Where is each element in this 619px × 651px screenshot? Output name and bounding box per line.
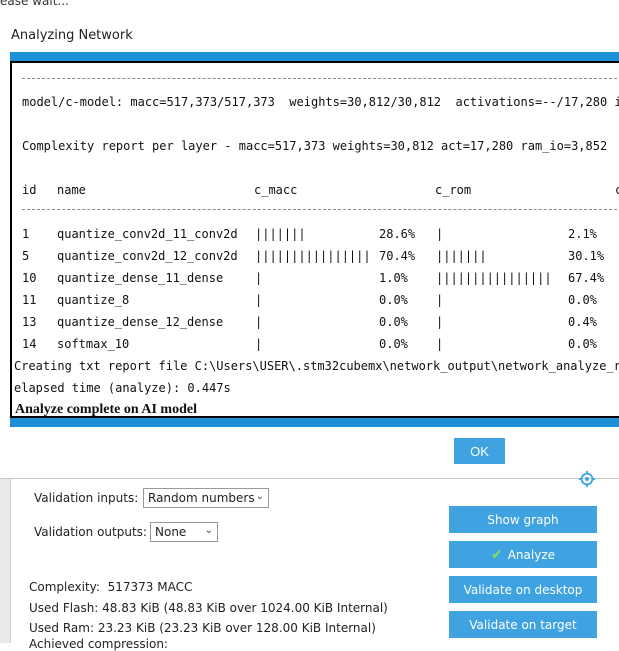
dialog-title: Analyzing Network xyxy=(11,28,133,43)
row-id: 10 xyxy=(22,271,37,285)
separator-line xyxy=(22,209,619,210)
gear-icon[interactable] xyxy=(578,470,596,488)
progress-bar-bottom xyxy=(10,418,619,427)
row-name: quantize_8 xyxy=(57,293,130,307)
model-summary-line: model/c-model: macc=517,373/517,373 weig… xyxy=(22,95,619,109)
header-name: name xyxy=(57,183,86,197)
row-macc-bar: | xyxy=(255,337,263,351)
complexity-value: 517373 MACC xyxy=(107,580,193,594)
row-rom-pct: 0.0% xyxy=(568,293,597,307)
complexity-report-line: Complexity report per layer - macc=517,3… xyxy=(22,139,608,153)
validation-inputs-select[interactable]: Random numbers ⌄ xyxy=(143,488,269,508)
validation-inputs-value: Random numbers xyxy=(148,491,255,505)
show-graph-label: Show graph xyxy=(487,512,559,527)
separator-line xyxy=(22,78,619,79)
row-macc-bar: |||||||||||||||| xyxy=(255,249,371,263)
show-graph-button[interactable]: Show graph xyxy=(449,506,597,533)
row-name: quantize_dense_11_dense xyxy=(57,271,224,285)
row-id: 5 xyxy=(22,249,30,263)
validate-desktop-label: Validate on desktop xyxy=(463,582,583,597)
row-rom-bar: |||||||||||||||| xyxy=(436,271,552,285)
row-macc-bar: | xyxy=(255,293,263,307)
row-rom-bar: | xyxy=(436,337,444,351)
row-rom-pct: 67.4% xyxy=(568,271,605,285)
row-name: quantize_conv2d_11_conv2d xyxy=(57,227,238,241)
used-flash-info: Used Flash: 48.83 KiB (48.83 KiB over 10… xyxy=(29,601,388,615)
achieved-compression-info: Achieved compression: xyxy=(29,637,168,651)
row-macc-pct: 0.0% xyxy=(379,315,408,329)
row-rom-pct: 0.4% xyxy=(568,315,597,329)
analysis-console[interactable]: model/c-model: macc=517,373/517,373 weig… xyxy=(10,61,619,418)
row-rom-bar: | xyxy=(436,293,444,307)
row-id: 13 xyxy=(22,315,37,329)
row-macc-bar: | xyxy=(255,271,263,285)
analyze-button[interactable]: ✔ Analyze xyxy=(449,541,597,568)
row-macc-pct: 0.0% xyxy=(379,337,408,351)
row-id: 11 xyxy=(22,293,37,307)
validation-outputs-label: Validation outputs: xyxy=(34,525,147,539)
validation-inputs-label: Validation inputs: xyxy=(34,491,139,505)
used-ram-info: Used Ram: 23.23 KiB (23.23 KiB over 128.… xyxy=(29,621,376,635)
complexity-label: Complexity: xyxy=(29,580,100,594)
row-rom-pct: 0.0% xyxy=(568,337,597,351)
header-c-rom: c_rom xyxy=(435,183,472,197)
header-id: id xyxy=(22,183,37,197)
elapsed-time-line: elapsed time (analyze): 0.447s xyxy=(14,381,231,395)
row-macc-pct: 1.0% xyxy=(379,271,408,285)
row-rom-bar: ||||||| xyxy=(436,249,487,263)
validation-outputs-select[interactable]: None ⌄ xyxy=(150,522,218,542)
row-name: quantize_conv2d_12_conv2d xyxy=(57,249,238,263)
analyze-label: Analyze xyxy=(507,547,556,562)
check-icon: ✔ xyxy=(490,546,503,563)
row-name: softmax_10 xyxy=(57,337,130,351)
row-macc-bar: ||||||| xyxy=(255,227,306,241)
panel-left-edge xyxy=(0,479,11,643)
header-extra: c xyxy=(615,183,619,197)
progress-bar-top xyxy=(10,52,619,61)
row-name: quantize_dense_12_dense xyxy=(57,315,224,329)
row-macc-pct: 28.6% xyxy=(379,227,416,241)
complexity-info: Complexity: 517373 MACC xyxy=(29,580,192,594)
row-rom-pct: 2.1% xyxy=(568,227,597,241)
validate-desktop-button[interactable]: Validate on desktop xyxy=(449,576,597,603)
row-id: 1 xyxy=(22,227,30,241)
row-macc-bar: | xyxy=(255,315,263,329)
creating-report-line: Creating txt report file C:\Users\USER\.… xyxy=(14,359,619,373)
row-macc-pct: 0.0% xyxy=(379,293,408,307)
header-c-macc: c_macc xyxy=(254,183,298,197)
row-rom-bar: | xyxy=(436,315,444,329)
please-wait-text: ease wait... xyxy=(0,0,69,8)
chevron-down-icon: ⌄ xyxy=(204,525,213,536)
row-rom-bar: | xyxy=(436,227,444,241)
row-id: 14 xyxy=(22,337,37,351)
row-rom-pct: 30.1% xyxy=(568,249,605,263)
validate-target-button[interactable]: Validate on target xyxy=(449,611,597,638)
validate-target-label: Validate on target xyxy=(469,617,577,632)
row-macc-pct: 70.4% xyxy=(379,249,416,263)
validation-outputs-value: None xyxy=(155,525,187,539)
ok-button[interactable]: OK xyxy=(454,438,505,464)
analyze-complete-line: Analyze complete on AI model xyxy=(15,402,197,417)
chevron-down-icon: ⌄ xyxy=(255,491,264,502)
